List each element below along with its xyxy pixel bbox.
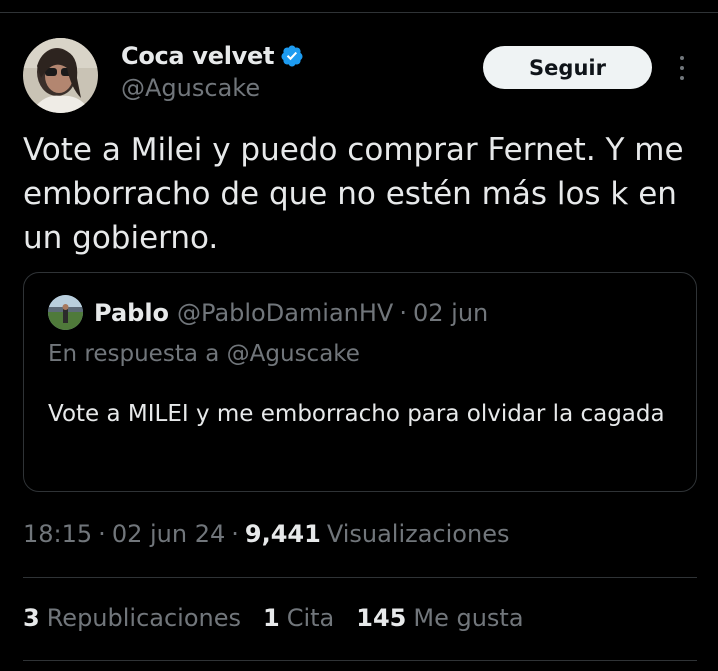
quoted-date[interactable]: 02 jun	[413, 299, 488, 327]
tweet-date[interactable]: 02 jun 24	[112, 520, 225, 548]
quoted-user-avatar-icon	[48, 295, 83, 330]
quoted-author-avatar[interactable]	[48, 295, 83, 330]
author-display-name[interactable]: Coca velvet	[121, 42, 274, 70]
reposts-count: 3	[23, 604, 40, 632]
reply-mention-link[interactable]: @Aguscake	[227, 341, 360, 367]
author-name-row: Coca velvet	[121, 40, 304, 72]
author-avatar[interactable]	[23, 38, 98, 113]
engagement-stats-row: 3 Republicaciones 1 Cita 145 Me gusta	[23, 604, 546, 632]
more-options-icon[interactable]	[672, 54, 692, 82]
quotes-label: Cita	[286, 604, 335, 632]
more-dot	[680, 66, 684, 70]
tweet-text: Vote a Milei y puedo comprar Fernet. Y m…	[23, 132, 694, 256]
quoted-tweet-header: Pablo @PabloDamianHV · 02 jun	[94, 295, 488, 331]
views-count: 9,441	[244, 520, 321, 548]
stats-top-divider	[23, 577, 697, 578]
author-handle[interactable]: @Aguscake	[121, 74, 260, 102]
meta-separator: ·	[231, 520, 239, 548]
quoted-reply-context: En respuesta a @Aguscake	[48, 341, 360, 367]
quoted-author-handle[interactable]: @PabloDamianHV	[177, 299, 393, 327]
quoted-separator: ·	[399, 299, 407, 327]
tweet-time[interactable]: 18:15	[23, 520, 92, 548]
more-dot	[680, 76, 684, 80]
stats-bottom-divider	[23, 660, 697, 661]
likes-count: 145	[356, 604, 407, 632]
tweet-meta-row: 18:15 · 02 jun 24 · 9,441 Visualizacione…	[23, 520, 509, 548]
follow-button[interactable]: Seguir	[483, 46, 652, 89]
quoted-tweet-text: Vote a MILEI y me emborracho para olvida…	[48, 401, 665, 427]
likes-stat[interactable]: 145 Me gusta	[356, 604, 523, 632]
reposts-stat[interactable]: 3 Republicaciones	[23, 604, 241, 632]
quotes-count: 1	[263, 604, 280, 632]
verified-badge-icon	[281, 45, 303, 67]
top-divider	[0, 12, 718, 13]
meta-separator: ·	[98, 520, 106, 548]
more-dot	[680, 56, 684, 60]
reposts-label: Republicaciones	[46, 604, 242, 632]
quotes-stat[interactable]: 1 Cita	[263, 604, 334, 632]
user-avatar-icon	[23, 38, 98, 113]
quoted-tweet-card[interactable]: Pablo @PabloDamianHV · 02 jun En respues…	[23, 272, 697, 492]
views-label: Visualizaciones	[326, 520, 510, 548]
reply-prefix: En respuesta a	[48, 341, 220, 367]
likes-label: Me gusta	[413, 604, 524, 632]
quoted-author-name[interactable]: Pablo	[94, 299, 169, 327]
